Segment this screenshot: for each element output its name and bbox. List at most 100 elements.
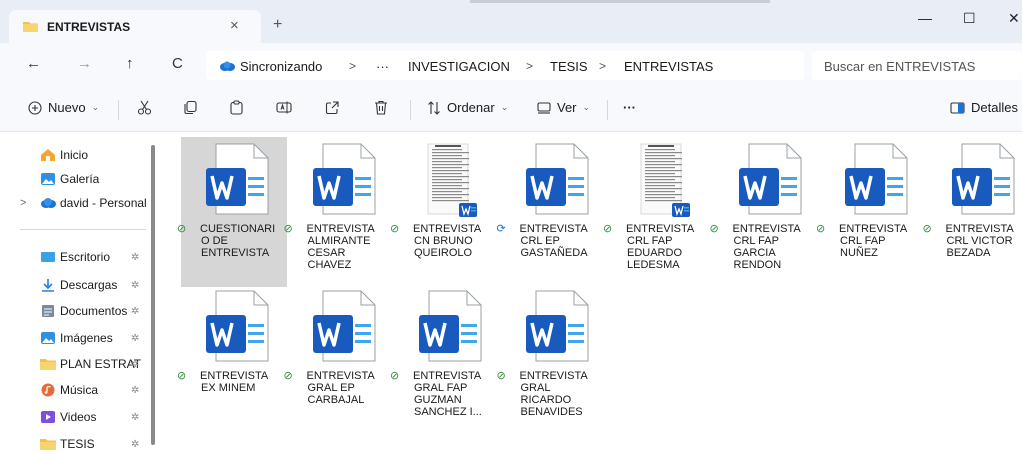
- pin-icon: ✲: [131, 384, 140, 396]
- sidebar-item-galería[interactable]: Galería: [0, 167, 150, 191]
- copy-button[interactable]: [183, 100, 198, 115]
- rename-icon: [276, 101, 292, 114]
- forward-button[interactable]: →: [77, 55, 92, 72]
- sort-button[interactable]: Ordenar ⌄: [427, 100, 508, 115]
- minimize-button[interactable]: —: [918, 10, 932, 26]
- sidebar-item-label: PLAN ESTRAT: [60, 357, 142, 371]
- sync-cloud-icon: [220, 61, 235, 71]
- word-document-icon: [845, 143, 908, 215]
- cut-button[interactable]: [137, 100, 152, 115]
- chevron-down-icon: ⌄: [91, 102, 100, 112]
- file-item[interactable]: ⟳ ENTREVISTA CRL EP GASTAÑEDA: [497, 137, 607, 287]
- synced-status-icon: ⊘: [177, 223, 187, 235]
- file-item[interactable]: ⊘ ENTREVISTA CRL FAP EDUARDO LEDESMA: [603, 137, 713, 287]
- sidebar-item-label: TESIS: [60, 437, 95, 451]
- file-name: ⊘ ENTREVISTA CRL VICTOR BEZADA: [923, 223, 1022, 259]
- sidebar-item-plan-estrat[interactable]: PLAN ESTRAT ✲: [0, 352, 150, 376]
- rename-button[interactable]: [276, 100, 292, 115]
- expand-chevron-icon[interactable]: >: [20, 197, 26, 209]
- sidebar-item-label: david - Personal: [60, 196, 147, 210]
- file-name: ⊘ ENTREVISTA CRL FAP GARCIA RENDON: [710, 223, 818, 271]
- search-input[interactable]: Buscar en ENTREVISTAS: [812, 51, 1022, 80]
- tab-entrevistas[interactable]: ENTREVISTAS ×: [9, 10, 261, 43]
- file-name-line: ALMIRANTE: [307, 235, 371, 247]
- file-name-line: CRL FAP: [840, 235, 886, 247]
- folder-icon: [23, 22, 38, 32]
- close-window-button[interactable]: ✕: [1008, 10, 1020, 27]
- sidebar-item-videos[interactable]: Videos ✲: [0, 405, 150, 429]
- chevron-down-icon: ⌄: [582, 102, 591, 112]
- delete-button[interactable]: [374, 100, 388, 115]
- file-name-line: QUEIROLO: [414, 247, 473, 259]
- file-item[interactable]: ⊘ CUESTIONARI O DE ENTREVISTA: [177, 137, 287, 287]
- breadcrumb-separator: >: [349, 59, 357, 73]
- file-name-line: ENTREVISTA: [413, 223, 482, 235]
- back-button[interactable]: ←: [26, 55, 41, 72]
- synced-status-icon: ⊘: [177, 370, 187, 382]
- paste-button[interactable]: [229, 100, 244, 115]
- file-grid: ⊘ CUESTIONARI O DE ENTREVISTA ⊘ ENTREVISTA AL…: [163, 133, 1022, 454]
- file-item[interactable]: ⊘ ENTREVISTA CRL FAP GARCIA RENDON: [710, 137, 820, 287]
- breadcrumb[interactable]: Sincronizando > ··· INVESTIGACION > TESI…: [206, 51, 804, 80]
- videos-icon: [41, 411, 55, 423]
- file-item[interactable]: ⊘ ENTREVISTA GRAL EP CARBAJAL: [283, 284, 394, 434]
- word-document-icon: [738, 143, 801, 215]
- sidebar-item-tesis[interactable]: TESIS ✲: [0, 432, 150, 454]
- file-item[interactable]: ⊘ ENTREVISTA CRL FAP NUÑEZ: [816, 137, 926, 287]
- sidebar-item-label: Galería: [60, 172, 100, 186]
- sidebar-item-descargas[interactable]: Descargas ✲: [0, 273, 150, 297]
- breadcrumb-separator: >: [526, 59, 534, 73]
- file-item[interactable]: ⊘ ENTREVISTA CN BRUNO QUEIROLO: [390, 137, 500, 287]
- word-document-icon: [312, 290, 375, 362]
- breadcrumb-sincronizando[interactable]: Sincronizando: [240, 59, 322, 74]
- file-name-line: GASTAÑEDA: [520, 247, 588, 259]
- more-options-button[interactable]: ···: [623, 100, 636, 115]
- pin-icon: ✲: [131, 305, 140, 317]
- sidebar-item-música[interactable]: Música ✲: [0, 378, 150, 402]
- file-name-line: LEDESMA: [627, 259, 680, 271]
- breadcrumb-entrevistas[interactable]: ENTREVISTAS: [624, 59, 713, 74]
- sidebar-item-inicio[interactable]: Inicio: [0, 143, 150, 167]
- pin-icon: ✲: [131, 438, 140, 450]
- sidebar-item-david-personal[interactable]: > david - Personal: [0, 191, 150, 215]
- copy-icon: [184, 100, 197, 115]
- file-item[interactable]: ⊘ ENTREVISTA GRAL FAP GUZMAN SANCHEZ I...: [390, 284, 500, 434]
- file-name-line: GARCIA: [733, 247, 776, 259]
- word-document-icon: [206, 290, 269, 362]
- file-name: ⊘ ENTREVISTA CN BRUNO QUEIROLO: [390, 223, 498, 259]
- synced-status-icon: ⊘: [283, 370, 293, 382]
- desktop-icon: [41, 252, 55, 262]
- home-icon: [41, 149, 55, 161]
- file-item[interactable]: ⊘ ENTREVISTA CRL VICTOR BEZADA: [923, 137, 1022, 287]
- file-item[interactable]: ⊘ ENTREVISTA GRAL RICARDO BENAVIDES: [496, 284, 607, 434]
- view-button[interactable]: Ver ⌄: [537, 100, 590, 115]
- sidebar-scrollbar[interactable]: [151, 145, 155, 445]
- refresh-button[interactable]: C: [172, 55, 183, 72]
- breadcrumb-investigacion[interactable]: INVESTIGACION: [408, 59, 510, 74]
- maximize-button[interactable]: ☐: [963, 10, 976, 27]
- details-button-label: Detalles: [971, 100, 1018, 115]
- sidebar-item-escritorio[interactable]: Escritorio ✲: [0, 245, 150, 269]
- file-item[interactable]: ⊘ ENTREVISTA ALMIRANTE CESAR CHAVEZ: [284, 137, 394, 287]
- tab-close-button[interactable]: ×: [230, 17, 239, 34]
- pin-icon: ✲: [131, 411, 140, 423]
- file-name-line: ENTREVISTA: [306, 370, 375, 382]
- file-name-line: ENTREVISTA: [200, 370, 269, 382]
- breadcrumb-tesis[interactable]: TESIS: [550, 59, 588, 74]
- command-bar: Nuevo ⌄ Ordenar ⌄ Ver ⌄ ··· Detalles: [0, 88, 1022, 132]
- new-button[interactable]: Nuevo ⌄: [28, 100, 99, 115]
- up-button[interactable]: ↑: [126, 55, 134, 72]
- synced-status-icon: ⊘: [496, 370, 506, 382]
- share-button[interactable]: [325, 100, 340, 115]
- file-name-line: ENTREVISTA: [945, 223, 1014, 235]
- new-tab-button[interactable]: +: [273, 16, 282, 34]
- file-name: ⟳ ENTREVISTA CRL EP GASTAÑEDA: [497, 223, 605, 259]
- file-item[interactable]: ⊘ ENTREVISTA EX MINEM: [177, 284, 287, 434]
- chevron-down-icon: ⌄: [500, 102, 509, 112]
- toolbar-divider: [607, 100, 608, 120]
- breadcrumb-overflow[interactable]: ···: [376, 59, 389, 74]
- sidebar-item-imágenes[interactable]: Imágenes ✲: [0, 326, 150, 350]
- sidebar-item-documentos[interactable]: Documentos ✲: [0, 299, 150, 323]
- file-name-line: GRAL FAP: [414, 382, 468, 394]
- details-button[interactable]: Detalles: [950, 100, 1018, 115]
